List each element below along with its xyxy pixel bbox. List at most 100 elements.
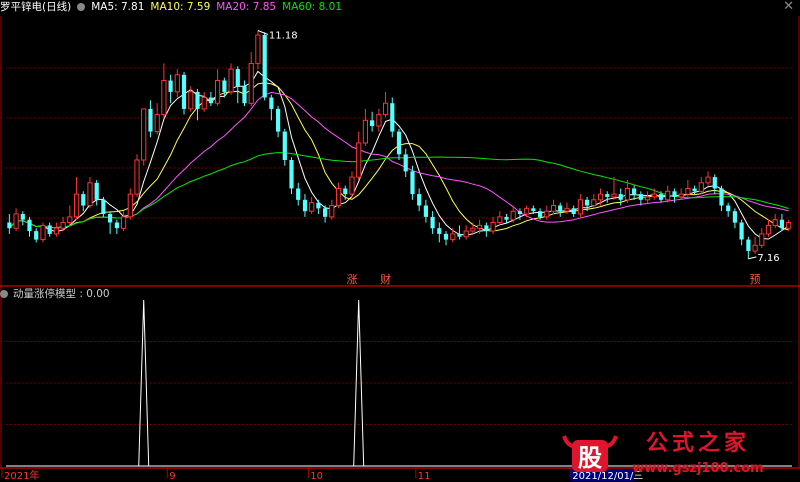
candle[interactable] xyxy=(538,211,543,217)
candle[interactable] xyxy=(658,194,664,200)
candle[interactable] xyxy=(289,160,294,189)
close-icon[interactable]: ✕ xyxy=(783,0,794,14)
candle[interactable] xyxy=(437,228,442,234)
event-marker[interactable]: 涨 xyxy=(346,273,357,286)
candle[interactable] xyxy=(678,193,684,198)
candle[interactable] xyxy=(463,230,469,238)
candle[interactable] xyxy=(114,222,119,229)
candle[interactable] xyxy=(651,193,657,198)
candle[interactable] xyxy=(417,194,422,206)
candle[interactable] xyxy=(517,211,522,214)
candle[interactable] xyxy=(564,207,570,212)
candle[interactable] xyxy=(370,120,375,126)
candle[interactable] xyxy=(759,233,765,246)
candle[interactable] xyxy=(457,233,462,237)
candle[interactable] xyxy=(746,239,751,251)
candle[interactable] xyxy=(60,222,66,229)
candle[interactable] xyxy=(108,214,113,223)
candle[interactable] xyxy=(484,225,489,232)
candle[interactable] xyxy=(67,216,73,224)
candle[interactable] xyxy=(40,224,46,241)
candle[interactable] xyxy=(739,222,744,240)
event-marker[interactable]: 财 xyxy=(380,272,391,286)
candle[interactable] xyxy=(302,199,308,212)
candle[interactable] xyxy=(732,211,737,223)
candle[interactable] xyxy=(168,80,173,92)
candle[interactable] xyxy=(719,188,724,206)
candle[interactable] xyxy=(174,74,180,93)
candle[interactable] xyxy=(591,199,597,207)
candle[interactable] xyxy=(282,131,287,160)
candle[interactable] xyxy=(470,227,476,232)
candle[interactable] xyxy=(154,114,160,133)
candle[interactable] xyxy=(349,176,355,195)
candle[interactable] xyxy=(188,91,194,110)
candle[interactable] xyxy=(524,207,530,215)
candle[interactable] xyxy=(672,191,677,197)
candle[interactable] xyxy=(726,205,731,212)
candle[interactable] xyxy=(550,205,557,212)
candle[interactable] xyxy=(201,97,207,110)
candle[interactable] xyxy=(712,177,717,189)
candle[interactable] xyxy=(276,108,281,132)
candle[interactable] xyxy=(235,69,240,87)
candle[interactable] xyxy=(665,190,671,201)
candle[interactable] xyxy=(772,219,778,226)
candle[interactable] xyxy=(396,131,402,155)
candle[interactable] xyxy=(87,182,93,207)
settings-dot-icon[interactable] xyxy=(77,3,86,11)
candle[interactable] xyxy=(336,188,342,206)
candle[interactable] xyxy=(598,193,604,201)
candle[interactable] xyxy=(698,182,704,192)
candle[interactable] xyxy=(558,205,563,212)
candle[interactable] xyxy=(7,222,12,229)
candle[interactable] xyxy=(692,188,697,192)
candle[interactable] xyxy=(343,188,348,195)
candle[interactable] xyxy=(121,216,127,229)
candle[interactable] xyxy=(605,194,610,197)
candle[interactable] xyxy=(94,182,99,200)
candle[interactable] xyxy=(127,193,133,218)
candle[interactable] xyxy=(504,216,509,220)
candle[interactable] xyxy=(423,205,428,217)
candle[interactable] xyxy=(577,199,583,215)
candle[interactable] xyxy=(323,208,328,217)
candle[interactable] xyxy=(47,225,52,234)
candle[interactable] xyxy=(215,80,221,104)
candle[interactable] xyxy=(585,199,590,206)
candle[interactable] xyxy=(255,34,261,64)
candle[interactable] xyxy=(134,159,140,195)
candle[interactable] xyxy=(309,202,315,212)
candle[interactable] xyxy=(376,114,382,127)
candle[interactable] xyxy=(497,216,503,224)
candle[interactable] xyxy=(208,97,213,104)
candle[interactable] xyxy=(443,233,449,240)
candle[interactable] xyxy=(53,227,59,235)
candle[interactable] xyxy=(228,68,234,93)
candle[interactable] xyxy=(638,194,643,200)
candle[interactable] xyxy=(316,202,321,209)
candle[interactable] xyxy=(101,199,106,214)
candle[interactable] xyxy=(269,97,274,109)
indicator-dot-icon[interactable] xyxy=(0,290,8,298)
indicator-spike[interactable] xyxy=(138,299,150,467)
candle[interactable] xyxy=(571,208,576,214)
candle[interactable] xyxy=(329,205,335,218)
candle[interactable] xyxy=(161,80,167,116)
candle[interactable] xyxy=(403,154,408,172)
candle[interactable] xyxy=(195,91,200,109)
candle[interactable] xyxy=(13,213,19,229)
candle[interactable] xyxy=(390,103,395,132)
candle[interactable] xyxy=(430,216,435,229)
candle[interactable] xyxy=(242,86,247,104)
candle[interactable] xyxy=(262,35,267,98)
candle[interactable] xyxy=(27,219,32,232)
candle[interactable] xyxy=(685,188,691,195)
candle[interactable] xyxy=(34,231,39,240)
candle[interactable] xyxy=(74,193,80,218)
candle[interactable] xyxy=(410,171,415,195)
candle[interactable] xyxy=(181,74,187,109)
candle[interactable] xyxy=(490,222,496,232)
candle[interactable] xyxy=(356,142,362,178)
candle[interactable] xyxy=(705,176,711,184)
